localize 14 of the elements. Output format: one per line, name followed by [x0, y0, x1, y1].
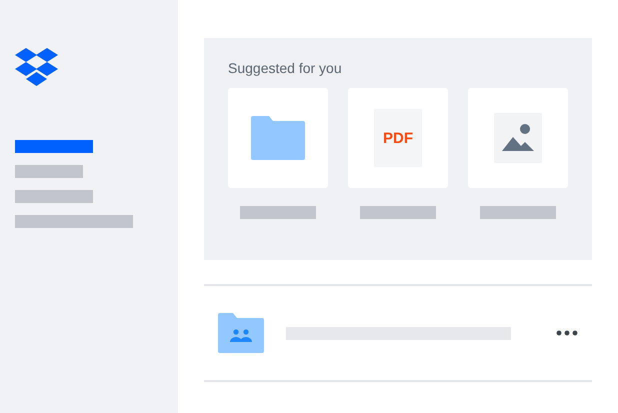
- file-tile[interactable]: PDF: [348, 88, 448, 188]
- file-tile[interactable]: [228, 88, 328, 188]
- nav-item[interactable]: [15, 190, 93, 203]
- more-icon[interactable]: [556, 330, 578, 336]
- nav-item[interactable]: [15, 165, 83, 178]
- file-tile[interactable]: [468, 88, 568, 188]
- pdf-document-icon: PDF: [374, 109, 422, 167]
- nav-item[interactable]: [15, 140, 93, 153]
- shared-folder-icon: [218, 313, 264, 353]
- folder-icon: [251, 116, 305, 160]
- nav-item[interactable]: [15, 215, 133, 228]
- panel-title: Suggested for you: [228, 60, 343, 76]
- open-box-logo-icon: [15, 48, 58, 86]
- image-icon: [494, 113, 542, 163]
